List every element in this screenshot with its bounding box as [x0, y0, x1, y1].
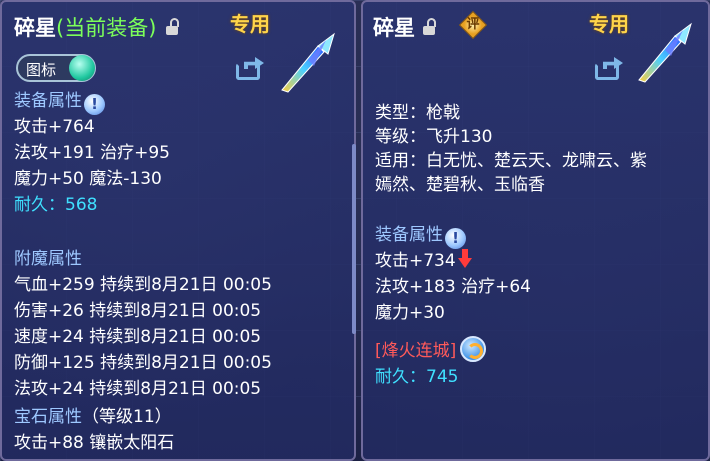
exclusive-label: 专用 — [589, 12, 629, 36]
enchant-attr-header: 附魔属性 — [14, 249, 82, 269]
exclusive-label: 专用 — [230, 12, 270, 36]
toggle-knob — [69, 55, 95, 81]
item-title: 碎星(当前装备) — [14, 12, 156, 42]
share-icon[interactable] — [595, 56, 625, 80]
info-icon[interactable]: ! — [445, 228, 466, 249]
durability-value: 耐久：568 — [14, 195, 98, 215]
gem-attr-header: 宝石属性（等级11） — [14, 404, 172, 430]
current-equipment-panel: 碎星(当前装备) 专用 图标 装备属性! 攻击+764 法攻+191 治疗+95… — [0, 0, 356, 461]
enchant-line: 防御+125 持续到8月21日 00:05 — [14, 353, 272, 373]
equip-attr-header-label: 装备属性 — [375, 225, 443, 245]
share-icon[interactable] — [236, 56, 266, 80]
suitable-line: 嫣然、楚碧秋、玉临香 — [375, 175, 545, 195]
special-skill-line: [烽火连城] — [375, 336, 487, 364]
enchant-line: 伤害+26 持续到8月21日 00:05 — [14, 301, 262, 321]
enchant-line: 法攻+24 持续到8月21日 00:05 — [14, 379, 262, 399]
stat-line: 攻击+764 — [14, 117, 95, 137]
compare-equipment-panel: 碎星 专用 类型：枪戟 等级：飞升130 适用：白无忧、楚云天、龙啸云、紫 嫣然… — [361, 0, 710, 461]
stat-line: 法攻+191 治疗+95 — [14, 143, 170, 163]
stat-line: 法攻+183 治疗+64 — [375, 277, 531, 297]
stat-line: 魔力+30 — [375, 303, 445, 323]
durability-value: 耐久：745 — [375, 367, 459, 387]
stat-line: 攻击+734 — [375, 248, 472, 274]
rating-badge[interactable]: 评 — [458, 10, 488, 40]
gem-level: （等级11） — [82, 407, 172, 427]
stat-line: 魔力+50 魔法-130 — [14, 169, 162, 189]
equip-attr-header: 装备属性! — [14, 88, 105, 115]
refresh-icon[interactable] — [460, 336, 487, 362]
gem-line: 攻击+88 镶嵌太阳石 — [14, 433, 175, 453]
enchant-line: 气血+259 持续到8月21日 00:05 — [14, 275, 272, 295]
item-name: 碎星 — [373, 16, 415, 40]
gem-header-label: 宝石属性 — [14, 407, 82, 427]
type-line: 类型：枪戟 — [375, 103, 460, 123]
rating-label: 评 — [466, 17, 480, 32]
equip-attr-header-label: 装备属性 — [14, 91, 82, 111]
suitable-line: 适用：白无忧、楚云天、龙啸云、紫 — [375, 151, 647, 171]
spear-weapon-icon — [281, 32, 335, 93]
enchant-line: 速度+24 持续到8月21日 00:05 — [14, 327, 262, 347]
icon-toggle[interactable]: 图标 — [16, 54, 96, 82]
stat-value: 攻击+734 — [375, 251, 456, 271]
level-line: 等级：飞升130 — [375, 127, 493, 147]
scrollbar[interactable] — [352, 144, 356, 334]
current-equip-tag: (当前装备) — [56, 16, 157, 40]
lock-icon[interactable] — [166, 18, 181, 35]
item-name: 碎星 — [14, 16, 56, 40]
special-skill: [烽火连城] — [375, 341, 457, 361]
spear-weapon-icon — [638, 22, 692, 83]
lock-icon[interactable] — [423, 18, 438, 35]
info-icon[interactable]: ! — [84, 94, 105, 115]
down-arrow-icon — [457, 249, 472, 269]
toggle-label: 图标 — [26, 61, 57, 79]
equip-attr-header: 装备属性! — [375, 222, 466, 249]
